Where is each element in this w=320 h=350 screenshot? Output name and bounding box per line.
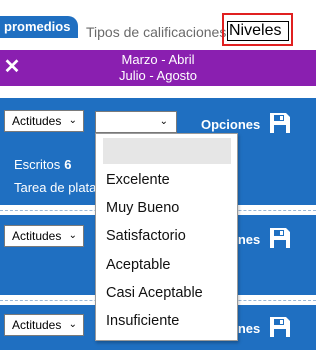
actitudes-select[interactable]: Actitudes ⌄ — [4, 314, 84, 336]
period-label-1: Marzo - Abril — [121, 52, 195, 67]
app-root: promedios Tipos de calificaciones Nivele… — [0, 0, 316, 350]
tipos-calificaciones-label: Tipos de calificaciones — [86, 24, 227, 40]
menu-option-empty[interactable] — [103, 138, 231, 164]
menu-option-muy-bueno[interactable]: Muy Bueno — [106, 200, 179, 216]
actitudes-select-label: Actitudes — [12, 229, 62, 243]
grade-level-select[interactable]: ⌄ — [95, 111, 177, 133]
menu-option-insuficiente[interactable]: Insuficiente — [106, 313, 179, 329]
period-banner: ✕ Marzo - Abril Julio - Agosto — [0, 50, 316, 86]
escritos-stat: Escritos 6 — [14, 157, 71, 172]
top-bar: promedios Tipos de calificaciones Nivele… — [0, 0, 316, 50]
save-icon[interactable] — [268, 111, 292, 135]
chevron-down-icon: ⌄ — [68, 319, 77, 330]
actitudes-select-label: Actitudes — [12, 114, 62, 128]
menu-option-excelente[interactable]: Excelente — [106, 172, 170, 188]
grade-level-menu: Excelente Muy Bueno Satisfactorio Acepta… — [95, 133, 238, 341]
escritos-value: 6 — [64, 157, 72, 172]
chevron-down-icon: ⌄ — [159, 116, 168, 127]
niveles-highlight: Niveles — [222, 13, 293, 46]
menu-option-casi-aceptable[interactable]: Casi Aceptable — [106, 285, 203, 301]
chevron-down-icon: ⌄ — [68, 230, 77, 241]
menu-option-satisfactorio[interactable]: Satisfactorio — [106, 228, 186, 244]
actitudes-select-label: Actitudes — [12, 318, 62, 332]
actitudes-select[interactable]: Actitudes ⌄ — [4, 225, 84, 247]
actitudes-select[interactable]: Actitudes ⌄ — [4, 110, 84, 132]
period-label-2: Julio - Agosto — [118, 68, 198, 83]
tab-promedios[interactable]: promedios — [0, 16, 78, 38]
menu-option-aceptable[interactable]: Aceptable — [106, 257, 171, 273]
chevron-down-icon: ⌄ — [68, 115, 77, 126]
tarea-stat: Tarea de plata — [14, 180, 96, 195]
niveles-field[interactable]: Niveles — [227, 21, 289, 41]
save-icon[interactable] — [268, 315, 292, 339]
tarea-label: Tarea de plata — [14, 180, 97, 195]
escritos-label: Escritos — [14, 157, 61, 172]
save-icon[interactable] — [268, 226, 292, 250]
opciones-button[interactable]: Opciones — [201, 117, 260, 132]
